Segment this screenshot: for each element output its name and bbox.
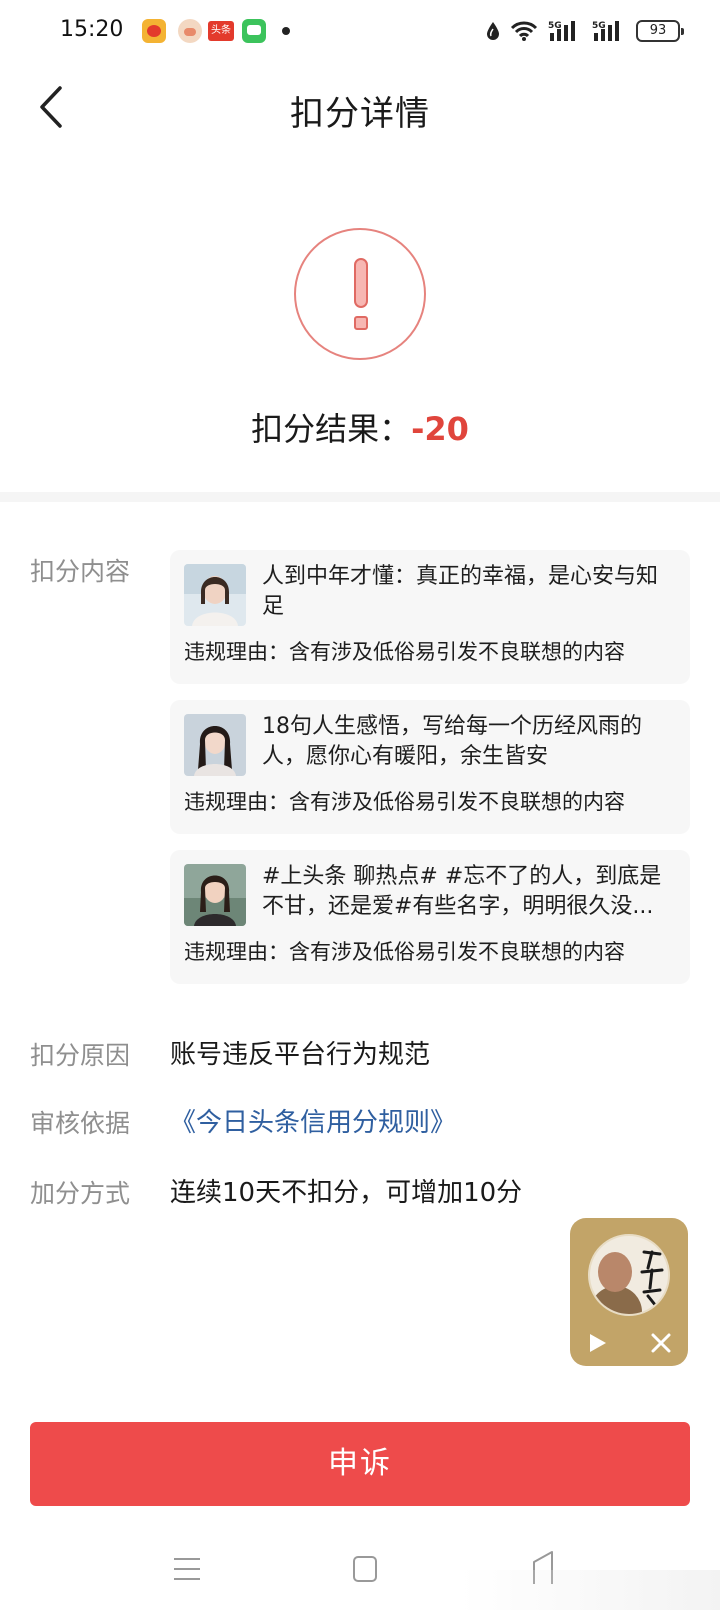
content-card[interactable]: 18句人生感悟，写给每一个历经风雨的人，愿你心有暖阳，余生皆安 违规理由：含有涉… <box>170 700 690 834</box>
violation-reason: 违规理由：含有涉及低俗易引发不良联想的内容 <box>184 940 625 964</box>
wifi-icon <box>510 21 538 41</box>
pig-app-icon <box>178 19 202 43</box>
content-label: 扣分内容 <box>30 557 131 586</box>
reason-value: 账号违反平台行为规范 <box>170 1040 431 1070</box>
warning-bar <box>354 258 368 308</box>
bonus-label: 加分方式 <box>30 1179 131 1208</box>
status-bar: 15:20 头条 5G 5G 93 <box>0 0 720 64</box>
reason-label: 扣分原因 <box>30 1041 131 1070</box>
audio-cover-avatar <box>588 1234 670 1316</box>
notification-dot-icon <box>282 27 290 35</box>
content-thumbnail <box>184 864 246 926</box>
floating-audio-player[interactable] <box>570 1218 688 1366</box>
status-indicators: 5G 5G 93 <box>486 17 684 45</box>
signal-5g-icon: 5G <box>548 21 575 41</box>
content-title: 18句人生感悟，写给每一个历经风雨的人，愿你心有暖阳，余生皆安 <box>262 714 642 769</box>
violation-reason: 违规理由：含有涉及低俗易引发不良联想的内容 <box>184 640 625 664</box>
battery-icon: 93 <box>636 20 684 42</box>
result-label: 扣分结果： <box>251 410 412 448</box>
page-title: 扣分详情 <box>290 94 430 134</box>
content-thumbnail <box>184 564 246 626</box>
credit-rules-link[interactable]: 《今日头条信用分规则》 <box>170 1102 456 1139</box>
warning-icon <box>294 228 426 360</box>
weibo-app-icon <box>142 19 166 43</box>
content-thumbnail <box>184 714 246 776</box>
violation-reason: 违规理由：含有涉及低俗易引发不良联想的内容 <box>184 790 625 814</box>
play-icon[interactable] <box>586 1332 608 1354</box>
content-card[interactable]: #上头条 聊热点# #忘不了的人，到底是不甘，还是爱#有些名字，明明很久没...… <box>170 850 690 984</box>
toutiao-app-icon: 头条 <box>208 21 234 41</box>
content-card[interactable]: 人到中年才懂：真正的幸福，是心安与知足 违规理由：含有涉及低俗易引发不良联想的内… <box>170 550 690 684</box>
header: 扣分详情 <box>0 64 720 150</box>
data-saver-icon <box>487 22 499 40</box>
result-value: -20 <box>411 410 469 448</box>
section-divider <box>0 492 720 502</box>
status-time: 15:20 <box>60 17 124 42</box>
warning-dot <box>354 316 368 330</box>
menu-nav-icon[interactable] <box>172 1556 202 1582</box>
bonus-value: 连续10天不扣分，可增加10分 <box>170 1178 523 1208</box>
content-title: 人到中年才懂：真正的幸福，是心安与知足 <box>262 564 659 619</box>
deducted-content-list: 人到中年才懂：真正的幸福，是心安与知足 违规理由：含有涉及低俗易引发不良联想的内… <box>170 550 690 1000</box>
watermark-overlay <box>460 1570 720 1610</box>
signal-5g-icon-2: 5G <box>592 21 619 41</box>
close-icon[interactable] <box>650 1332 672 1354</box>
calligraphy-logo <box>640 1250 664 1308</box>
appeal-button[interactable]: 申诉 <box>30 1422 690 1506</box>
content-title: #上头条 聊热点# #忘不了的人，到底是不甘，还是爱#有些名字，明明很久没... <box>262 864 662 919</box>
basis-label: 审核依据 <box>30 1109 131 1138</box>
deduction-result: 扣分结果：-20 <box>0 404 720 450</box>
message-app-icon <box>242 19 266 43</box>
home-nav-icon[interactable] <box>353 1556 377 1582</box>
